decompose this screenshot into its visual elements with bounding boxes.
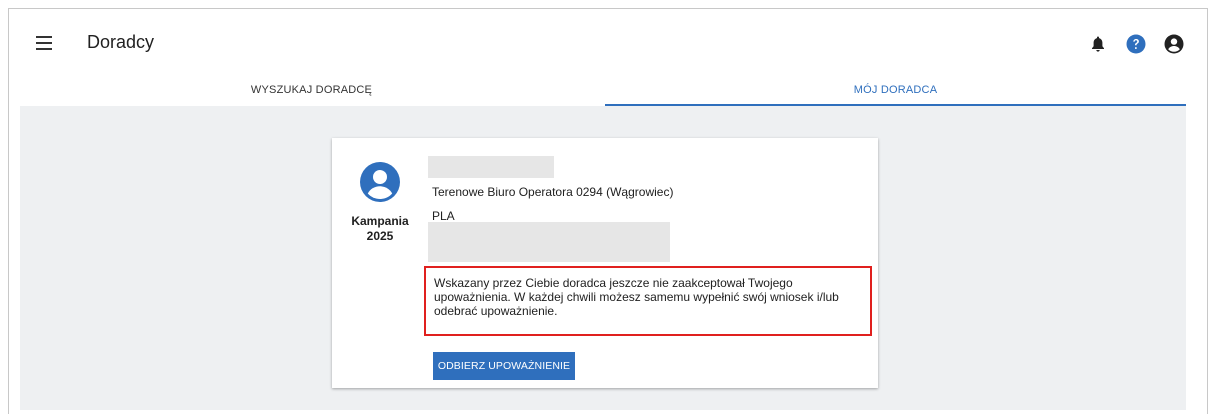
top-bar: Doradcy	[20, 22, 1190, 68]
bell-icon[interactable]	[1088, 34, 1108, 54]
help-icon[interactable]	[1126, 34, 1146, 54]
menu-icon[interactable]	[36, 36, 52, 50]
revoke-authorization-button[interactable]: ODBIERZ UPOWAŻNIENIE	[433, 352, 575, 380]
advisor-office: Terenowe Biuro Operatora 0294 (Wągrowiec…	[432, 185, 674, 199]
tab-moj-doradca[interactable]: MÓJ DORADCA	[605, 75, 1186, 106]
campaign-title: Kampania	[351, 214, 409, 228]
tab-bar: WYSZUKAJ DORADCĘ MÓJ DORADCA	[20, 75, 1186, 106]
campaign-label: Kampania 2025	[346, 214, 414, 244]
advisor-org: PLA	[432, 209, 455, 223]
page-title: Doradcy	[87, 32, 155, 52]
account-icon[interactable]	[1164, 34, 1184, 54]
main-content: Kampania 2025 Terenowe Biuro Operatora 0…	[20, 106, 1186, 410]
user-avatar-icon	[360, 162, 400, 202]
tab-wyszukaj-doradce[interactable]: WYSZUKAJ DORADCĘ	[20, 75, 603, 105]
redacted-advisor-name	[428, 156, 554, 178]
authorization-notice: Wskazany przez Ciebie doradca jeszcze ni…	[424, 266, 872, 336]
top-icons	[1088, 34, 1184, 54]
redacted-advisor-details	[428, 222, 670, 262]
advisor-card: Kampania 2025 Terenowe Biuro Operatora 0…	[332, 138, 878, 388]
campaign-year: 2025	[366, 229, 394, 243]
